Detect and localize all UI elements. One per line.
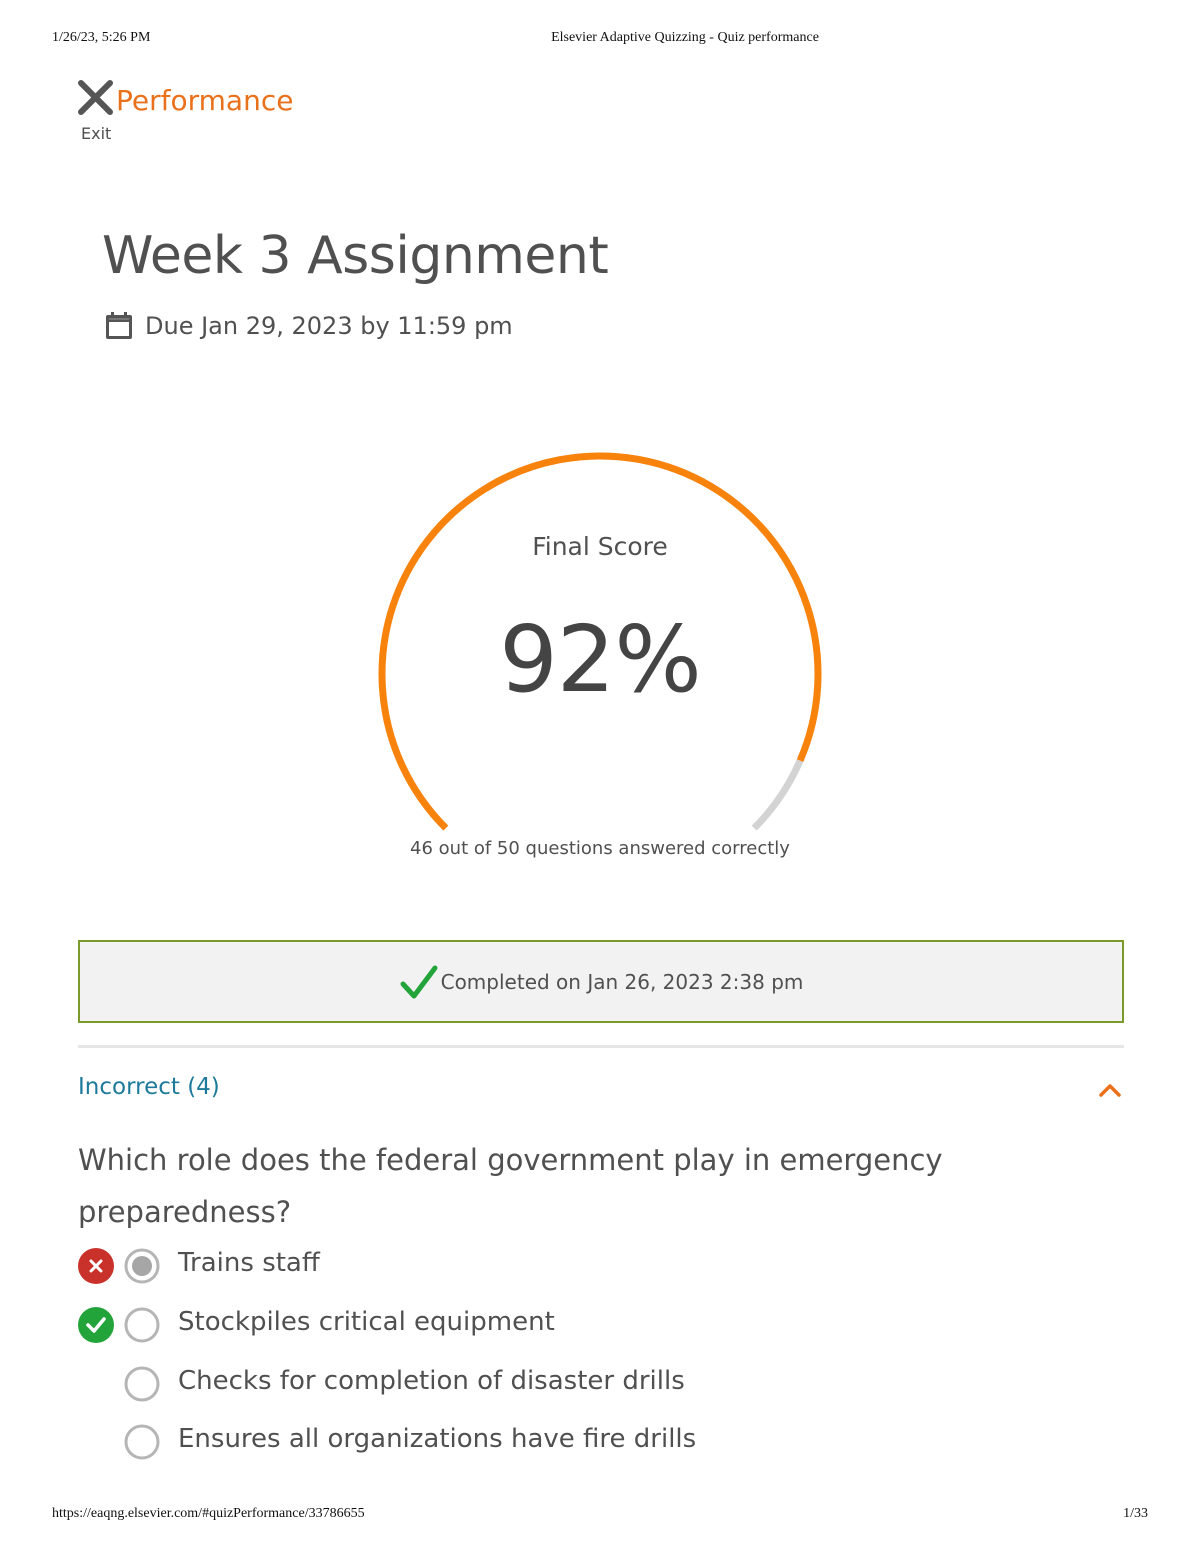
checkmark-icon (400, 965, 438, 998)
print-url: https://eaqng.elsevier.com/#quizPerforma… (52, 1506, 365, 1521)
radio-selected-icon[interactable] (123, 1247, 161, 1285)
score-gauge: Final Score 92% 46 out of 50 questions a… (360, 430, 840, 870)
exit-label: Exit (81, 124, 112, 143)
due-date-row: Due Jan 29, 2023 by 11:59 pm (104, 308, 513, 344)
print-header: 1/26/23, 5:26 PM Elsevier Adaptive Quizz… (0, 30, 1200, 50)
radio-icon[interactable] (123, 1365, 161, 1403)
answer-option-label: Checks for completion of disaster drills (178, 1366, 685, 1396)
answer-option-label: Trains staff (178, 1248, 320, 1278)
close-icon (78, 80, 113, 115)
answer-option-label: Stockpiles critical equipment (178, 1307, 555, 1337)
completed-text: Completed on Jan 26, 2023 2:38 pm (440, 969, 804, 994)
page-title: Week 3 Assignment (102, 226, 609, 286)
exit-button[interactable]: Exit (76, 78, 118, 143)
divider (78, 1045, 1124, 1048)
answer-option: Checks for completion of disaster drills (78, 1364, 878, 1404)
final-score-label: Final Score (532, 532, 668, 561)
questions-answered-text: 46 out of 50 questions answered correctl… (410, 838, 790, 859)
gauge-track (751, 759, 804, 831)
question-text: Which role does the federal government p… (78, 1143, 943, 1229)
radio-icon[interactable] (123, 1423, 161, 1461)
print-title: Elsevier Adaptive Quizzing - Quiz perfor… (551, 30, 819, 45)
chevron-up-icon[interactable] (1098, 1082, 1122, 1098)
correct-icon (78, 1307, 114, 1343)
incorrect-section-toggle[interactable]: Incorrect (4) (78, 1070, 1124, 1114)
answer-option: Stockpiles critical equipment (78, 1305, 878, 1345)
completed-banner: Completed on Jan 26, 2023 2:38 pm (78, 940, 1124, 1023)
print-page-number: 1/33 (1123, 1506, 1148, 1521)
answer-option-label: Ensures all organizations have fire dril… (178, 1424, 697, 1454)
performance-title: Performance (116, 84, 294, 117)
final-score-value: 92% (499, 606, 701, 713)
calendar-icon (106, 312, 132, 339)
answer-option: Trains staff (78, 1246, 878, 1286)
incorrect-section-title: Incorrect (4) (78, 1074, 220, 1100)
incorrect-icon (78, 1248, 114, 1284)
due-date: Due Jan 29, 2023 by 11:59 pm (145, 312, 513, 340)
answer-option: Ensures all organizations have fire dril… (78, 1422, 878, 1462)
print-footer: https://eaqng.elsevier.com/#quizPerforma… (0, 1506, 1200, 1526)
radio-icon[interactable] (123, 1306, 161, 1344)
